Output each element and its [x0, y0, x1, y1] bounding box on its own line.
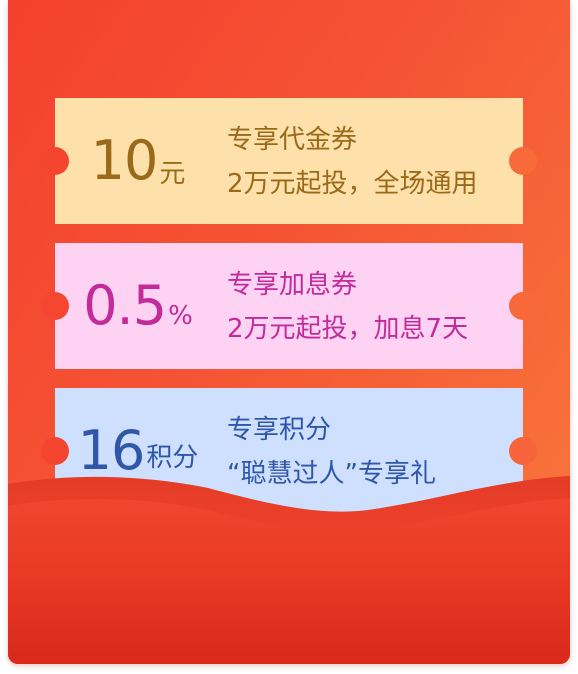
coupon-title: 专享加息券	[227, 270, 358, 300]
coupon-description: 专享加息券 2万元起投，加息7天	[227, 269, 468, 345]
coupon-amount-value: 0.5	[83, 274, 167, 337]
envelope-pocket	[8, 476, 570, 664]
coupon-amount-value: 16	[77, 419, 146, 482]
coupon-cash-voucher[interactable]: 10 元 专享代金券 2万元起投，全场通用	[41, 98, 537, 224]
coupon-notch-right	[509, 437, 537, 465]
coupon-amount-unit: %	[168, 301, 193, 331]
coupon-subtitle: 2万元起投，加息7天	[227, 314, 469, 344]
coupon-title: 专享积分	[227, 415, 332, 445]
coupon-notch-right	[509, 292, 537, 320]
coupon-subtitle: 2万元起投，全场通用	[227, 169, 478, 199]
red-envelope: 10 元 专享代金券 2万元起投，全场通用 0.5% 专享加息券 2万元起投，加息…	[8, 0, 570, 664]
coupon-amount: 10 元	[55, 98, 221, 224]
coupon-notch-right	[509, 147, 537, 175]
coupon-amount-unit: 元	[159, 158, 186, 189]
coupon-description: 专享代金券 2万元起投，全场通用	[227, 124, 478, 200]
coupon-title: 专享代金券	[227, 125, 358, 155]
coupon-amount-value: 10	[90, 129, 159, 192]
coupon-amount: 0.5%	[55, 243, 221, 369]
coupon-amount-unit: 积分	[146, 442, 199, 473]
coupon-interest-boost[interactable]: 0.5% 专享加息券 2万元起投，加息7天	[41, 243, 537, 369]
